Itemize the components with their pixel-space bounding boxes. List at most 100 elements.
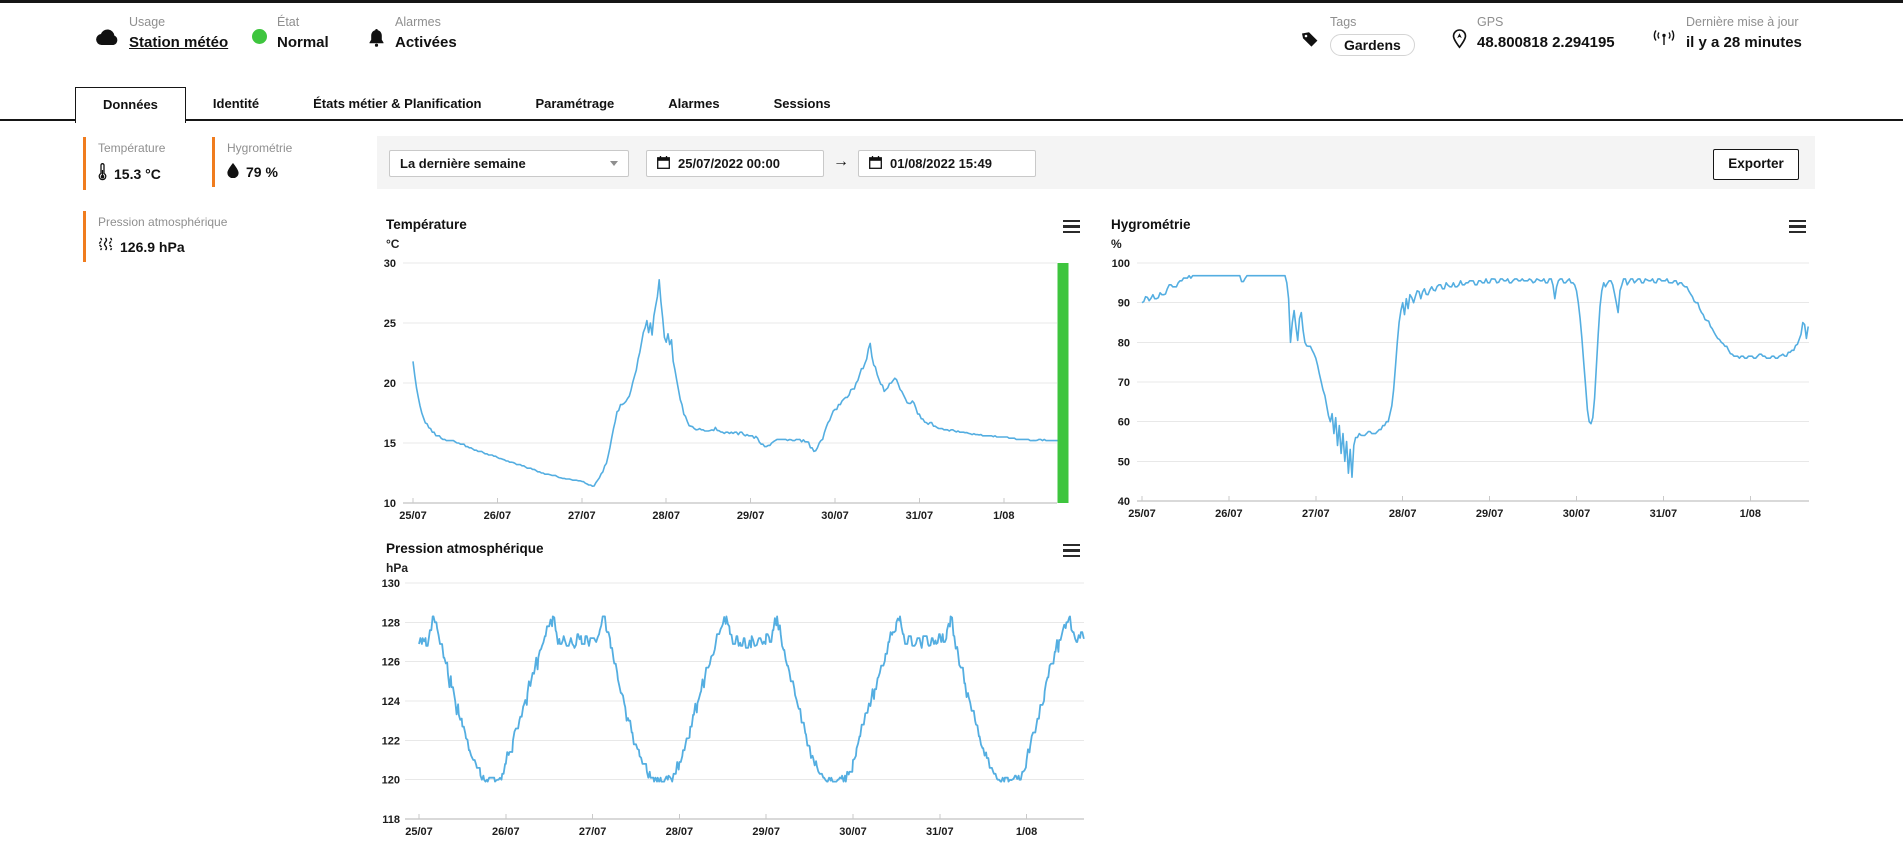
date-from-value: 25/07/2022 00:00 bbox=[678, 156, 780, 171]
status-bar-green bbox=[1058, 263, 1069, 503]
x-axis-tick-label: 26/07 bbox=[484, 510, 512, 522]
x-axis-tick-label: 31/07 bbox=[926, 826, 954, 838]
x-axis-tick-label: 29/07 bbox=[737, 510, 765, 522]
date-to-input[interactable]: 01/08/2022 15:49 bbox=[858, 150, 1036, 177]
cloud-icon bbox=[95, 29, 119, 46]
chart-unit-temperature: °C bbox=[386, 237, 399, 251]
y-axis-tick-label: 60 bbox=[1118, 417, 1130, 429]
usage-group: Usage Station météo bbox=[95, 15, 228, 51]
date-from-input[interactable]: 25/07/2022 00:00 bbox=[646, 150, 824, 177]
droplet-icon bbox=[227, 163, 239, 181]
calendar-icon bbox=[869, 156, 882, 172]
y-axis-tick-label: 10 bbox=[384, 498, 396, 510]
y-axis-tick-label: 100 bbox=[1112, 258, 1130, 270]
y-axis-tick-label: 122 bbox=[382, 735, 400, 747]
temperature-chart: 302520151025/0726/0727/0728/0729/0730/07… bbox=[370, 255, 1070, 531]
etat-label: État bbox=[277, 15, 329, 29]
update-group: Dernière mise à jour il y a 28 minutes bbox=[1652, 15, 1802, 51]
y-axis-tick-label: 25 bbox=[384, 318, 396, 330]
chart-menu-icon[interactable] bbox=[1789, 220, 1806, 233]
x-axis-tick-label: 25/07 bbox=[1128, 508, 1156, 520]
tab-donnees[interactable]: Données bbox=[75, 87, 186, 123]
x-axis-tick-label: 28/07 bbox=[666, 826, 694, 838]
thermometer-icon bbox=[98, 163, 107, 184]
y-axis-tick-label: 120 bbox=[382, 775, 400, 787]
chart-menu-icon[interactable] bbox=[1063, 544, 1080, 557]
etat-value: Normal bbox=[277, 34, 329, 51]
hygrometrie-chart: 10090807060504025/0726/0727/0728/0729/07… bbox=[1100, 255, 1830, 531]
y-axis-tick-label: 70 bbox=[1118, 377, 1130, 389]
x-axis-tick-label: 29/07 bbox=[1476, 508, 1504, 520]
chart-title-pression: Pression atmosphérique bbox=[386, 541, 544, 556]
chart-unit-pression: hPa bbox=[386, 561, 408, 575]
y-axis-tick-label: 20 bbox=[384, 378, 396, 390]
x-axis-tick-label: 1/08 bbox=[1740, 508, 1761, 520]
data-line bbox=[1142, 276, 1808, 478]
calendar-icon bbox=[657, 156, 670, 172]
range-arrow: → bbox=[833, 153, 849, 171]
time-range-select[interactable]: La dernière semaine bbox=[389, 150, 629, 177]
y-axis-tick-label: 90 bbox=[1118, 298, 1130, 310]
status-dot-icon bbox=[252, 29, 267, 44]
y-axis-tick-label: 40 bbox=[1118, 496, 1130, 508]
usage-value-link[interactable]: Station météo bbox=[129, 34, 228, 51]
x-axis-tick-label: 26/07 bbox=[492, 826, 520, 838]
tab-etats-metier[interactable]: États métier & Planification bbox=[286, 87, 508, 121]
time-range-value: La dernière semaine bbox=[400, 156, 526, 171]
x-axis-tick-label: 1/08 bbox=[993, 510, 1014, 522]
y-axis-tick-label: 80 bbox=[1118, 337, 1130, 349]
metric-value: 79 % bbox=[246, 164, 278, 180]
y-axis-tick-label: 130 bbox=[382, 578, 400, 590]
export-button[interactable]: Exporter bbox=[1713, 149, 1799, 180]
chart-unit-hygrometrie: % bbox=[1111, 237, 1122, 251]
usage-label: Usage bbox=[129, 15, 228, 29]
tags-group: Tags Gardens bbox=[1300, 15, 1415, 56]
data-line bbox=[419, 616, 1085, 781]
x-axis-tick-label: 30/07 bbox=[839, 826, 867, 838]
x-axis-tick-label: 26/07 bbox=[1215, 508, 1243, 520]
gps-value: 48.800818 2.294195 bbox=[1477, 34, 1615, 51]
x-axis-tick-label: 30/07 bbox=[1563, 508, 1591, 520]
chart-menu-icon[interactable] bbox=[1063, 220, 1080, 233]
pressure-icon bbox=[98, 237, 113, 256]
tab-parametrage[interactable]: Paramétrage bbox=[508, 87, 641, 121]
metric-value: 15.3 °C bbox=[114, 166, 161, 182]
pression-chart: 13012812612412212011825/0726/0727/0728/0… bbox=[370, 575, 1100, 857]
y-axis-tick-label: 50 bbox=[1118, 456, 1130, 468]
y-axis-tick-label: 30 bbox=[384, 258, 396, 270]
tag-chip[interactable]: Gardens bbox=[1330, 34, 1415, 56]
x-axis-tick-label: 25/07 bbox=[399, 510, 427, 522]
alarmes-value: Activées bbox=[395, 34, 457, 51]
y-axis-tick-label: 118 bbox=[382, 814, 400, 826]
x-axis-tick-label: 31/07 bbox=[1650, 508, 1678, 520]
x-axis-tick-label: 28/07 bbox=[652, 510, 680, 522]
x-axis-tick-label: 30/07 bbox=[821, 510, 849, 522]
x-axis-tick-label: 1/08 bbox=[1016, 826, 1037, 838]
metric-card-temperature[interactable]: Température 15.3 °C bbox=[83, 137, 220, 190]
tab-alarmes[interactable]: Alarmes bbox=[641, 87, 746, 121]
y-axis-tick-label: 124 bbox=[382, 696, 401, 708]
tab-identite[interactable]: Identité bbox=[186, 87, 286, 121]
chevron-down-icon bbox=[610, 161, 618, 166]
metric-card-hygrometrie[interactable]: Hygrométrie 79 % bbox=[212, 137, 355, 187]
etat-group: État Normal bbox=[252, 15, 329, 51]
y-axis-tick-label: 128 bbox=[382, 617, 400, 629]
chart-title-temperature: Température bbox=[386, 217, 467, 232]
app-window: Usage Station météo État Normal Alarmes … bbox=[0, 0, 1903, 857]
metric-label: Température bbox=[98, 141, 210, 155]
metric-label: Pression atmosphérique bbox=[98, 215, 288, 229]
tab-sessions[interactable]: Sessions bbox=[747, 87, 858, 121]
metric-value: 126.9 hPa bbox=[120, 239, 185, 255]
x-axis-tick-label: 25/07 bbox=[405, 826, 433, 838]
metric-label: Hygrométrie bbox=[227, 141, 345, 155]
gps-group: GPS 48.800818 2.294195 bbox=[1452, 15, 1615, 51]
y-axis-tick-label: 126 bbox=[382, 657, 400, 669]
x-axis-tick-label: 31/07 bbox=[906, 510, 934, 522]
gps-label: GPS bbox=[1477, 15, 1615, 29]
date-to-value: 01/08/2022 15:49 bbox=[890, 156, 992, 171]
metric-card-pression[interactable]: Pression atmosphérique 126.9 hPa bbox=[83, 211, 298, 262]
update-label: Dernière mise à jour bbox=[1686, 15, 1802, 29]
alarmes-label: Alarmes bbox=[395, 15, 457, 29]
location-pin-icon bbox=[1452, 29, 1467, 49]
x-axis-tick-label: 27/07 bbox=[1302, 508, 1330, 520]
